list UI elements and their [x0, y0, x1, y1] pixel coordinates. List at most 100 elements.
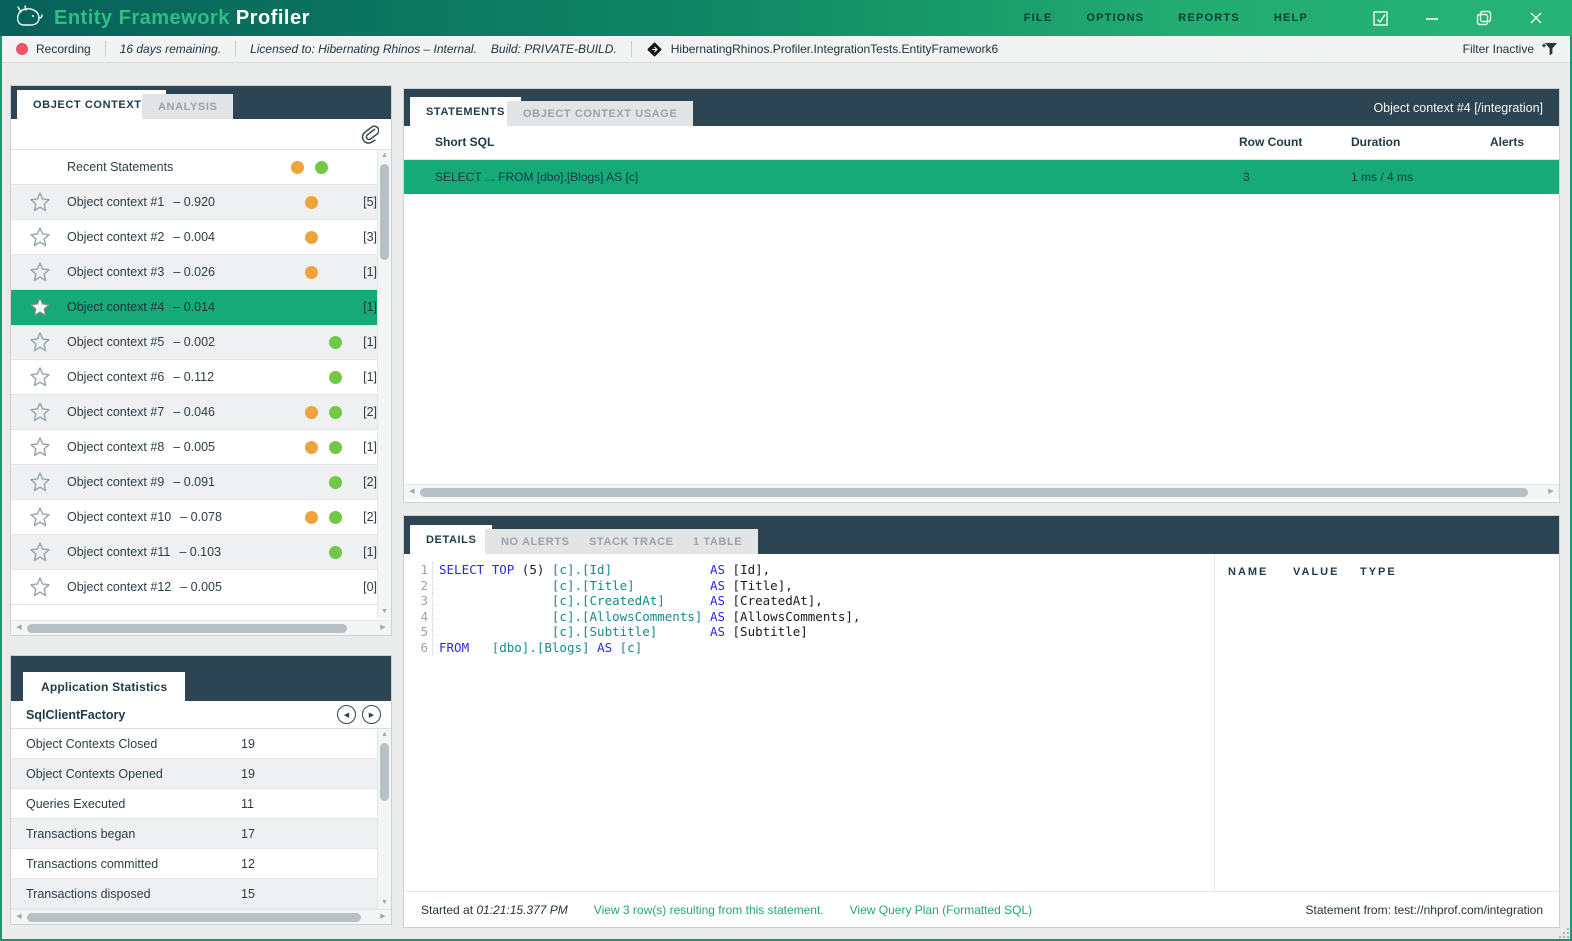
- list-item-recent-statements[interactable]: Recent Statements: [11, 150, 391, 185]
- column-row-count[interactable]: Row Count: [1239, 135, 1302, 149]
- status-dots: [285, 160, 333, 174]
- context-metric: – 0.005: [180, 580, 222, 594]
- days-remaining: 16 days remaining.: [119, 42, 222, 56]
- tab-object-context-usage[interactable]: OBJECT CONTEXT USAGE: [507, 101, 694, 126]
- context-name: Object context #11: [67, 545, 171, 559]
- list-item-context-9[interactable]: Object context #9 – 0.091 [2]: [11, 465, 391, 500]
- view-query-plan-link[interactable]: View Query Plan (Formatted SQL): [850, 903, 1033, 917]
- sql-code-line: 3 [c].[CreatedAt] AS [CreatedAt],: [412, 593, 860, 609]
- context-name: Object context #10: [67, 510, 172, 524]
- filter-inactive-control[interactable]: Filter Inactive: [1463, 42, 1558, 57]
- recording-dot-icon: [16, 43, 28, 55]
- tab-details[interactable]: DETAILS: [410, 525, 493, 554]
- star-icon[interactable]: [29, 436, 51, 458]
- app-title-entity-framework: Entity Framework: [54, 6, 230, 29]
- star-icon[interactable]: [29, 541, 51, 563]
- stats-horizontal-scrollbar[interactable]: ◀ ▶: [11, 909, 391, 924]
- list-item-context-8[interactable]: Object context #8 – 0.005 [1]: [11, 430, 391, 465]
- star-icon[interactable]: [29, 191, 51, 213]
- column-alerts[interactable]: Alerts: [1490, 135, 1524, 149]
- tab-statements[interactable]: STATEMENTS: [410, 97, 521, 126]
- close-icon[interactable]: [1510, 0, 1562, 36]
- list-item-context-10[interactable]: Object context #10 – 0.078 [2]: [11, 500, 391, 535]
- list-item-context-11[interactable]: Object context #11 – 0.103 [1]: [11, 535, 391, 570]
- list-item-context-7[interactable]: Object context #7 – 0.046 [2]: [11, 395, 391, 430]
- stat-label: Object Contexts Opened: [26, 766, 163, 781]
- context-name: Object context #8: [67, 440, 165, 454]
- star-icon[interactable]: [29, 401, 51, 423]
- tab-analysis[interactable]: ANALYSIS: [142, 94, 234, 119]
- list-item-context-4-selected[interactable]: Object context #4 – 0.014 [1]: [11, 290, 391, 325]
- star-icon[interactable]: [29, 226, 51, 248]
- ok-dot-green: [328, 510, 342, 524]
- stat-label: Object Contexts Closed: [26, 736, 158, 751]
- statement-count: [1]: [363, 265, 377, 279]
- started-at: Started at 01:21:15.377 PM: [421, 902, 568, 917]
- menu-reports[interactable]: REPORTS: [1178, 12, 1240, 24]
- context-name: Recent Statements: [67, 160, 174, 174]
- context-name: Object context #3: [67, 265, 165, 279]
- context-metric: – 0.004: [173, 230, 215, 244]
- ok-dot-green: [328, 545, 342, 559]
- statement-count: [5]: [363, 195, 377, 209]
- stat-value: 19: [241, 766, 255, 781]
- statement-count: [1]: [363, 335, 377, 349]
- object-contexts-header: OBJECT CONTEXTS ANALYSIS: [11, 86, 391, 119]
- tab-1-table[interactable]: 1 TABLE: [677, 529, 759, 554]
- tab-stack-trace[interactable]: STACK TRACE: [573, 529, 690, 554]
- list-item-context-3[interactable]: Object context #3 – 0.026 [1]: [11, 255, 391, 290]
- list-item-context-12[interactable]: Object context #12 – 0.005 [0]: [11, 570, 391, 605]
- star-icon[interactable]: [29, 366, 51, 388]
- tab-application-statistics[interactable]: Application Statistics: [23, 672, 186, 701]
- filter-funnel-icon: [1542, 42, 1557, 55]
- context-name: Object context #4: [67, 300, 165, 314]
- selected-context-label: Object context #4 [/integration]: [1373, 100, 1543, 115]
- statement-row-count: 3: [1243, 170, 1250, 184]
- application-statistics-header: Application Statistics: [11, 656, 391, 701]
- star-icon[interactable]: [29, 506, 51, 528]
- restore-icon[interactable]: [1458, 0, 1510, 36]
- column-short-sql[interactable]: Short SQL: [435, 135, 494, 149]
- contexts-horizontal-scrollbar[interactable]: ◀ ▶: [11, 620, 391, 635]
- ok-dot-green: [328, 370, 342, 384]
- results-divider: [1214, 554, 1215, 892]
- context-metric: – 0.112: [173, 370, 215, 384]
- statement-row-selected[interactable]: SELECT ... FROM [dbo].[Blogs] AS [c] 3 1…: [404, 160, 1559, 194]
- feedback-icon[interactable]: [1354, 0, 1406, 36]
- statement-count: [2]: [363, 510, 377, 524]
- rhino-logo-icon: [17, 5, 43, 26]
- menu-help[interactable]: HELP: [1274, 12, 1308, 24]
- minimize-icon[interactable]: [1406, 0, 1458, 36]
- paperclip-icon[interactable]: [361, 124, 379, 144]
- statements-header: STATEMENTS OBJECT CONTEXT USAGE Object c…: [404, 89, 1559, 126]
- star-icon[interactable]: [29, 471, 51, 493]
- list-item-context-1[interactable]: Object context #1 – 0.920 [5]: [11, 185, 391, 220]
- star-icon[interactable]: [29, 576, 51, 598]
- tab-no-alerts[interactable]: NO ALERTS: [485, 529, 586, 554]
- list-item-context-2[interactable]: Object context #2 – 0.004 [3]: [11, 220, 391, 255]
- sql-code-line: 6 FROM [dbo].[Blogs] AS [c]: [412, 639, 860, 655]
- view-rows-link[interactable]: View 3 row(s) resulting from this statem…: [594, 903, 824, 917]
- results-column-value: VALUE: [1293, 566, 1340, 578]
- resize-grip[interactable]: [1557, 926, 1569, 938]
- stats-vertical-scrollbar[interactable]: ▲ ▼: [377, 729, 391, 909]
- star-icon[interactable]: [29, 331, 51, 353]
- star-icon-filled[interactable]: [29, 296, 51, 318]
- star-icon[interactable]: [29, 261, 51, 283]
- list-item-context-5[interactable]: Object context #5 – 0.002 [1]: [11, 325, 391, 360]
- attachments-bar: [11, 119, 391, 150]
- next-provider-button[interactable]: ▶: [362, 705, 381, 724]
- prev-provider-button[interactable]: ◀: [337, 705, 356, 724]
- window-controls: [1354, 0, 1562, 36]
- recording-label[interactable]: Recording: [36, 42, 91, 56]
- statements-horizontal-scrollbar[interactable]: ◀ ▶: [404, 484, 1559, 499]
- list-item-context-6[interactable]: Object context #6 – 0.112 [1]: [11, 360, 391, 395]
- menu-options[interactable]: OPTIONS: [1086, 12, 1144, 24]
- ok-dot-green: [328, 475, 342, 489]
- context-metric: – 0.920: [173, 195, 215, 209]
- context-name: Object context #2: [67, 230, 165, 244]
- menu-file[interactable]: FILE: [1024, 12, 1053, 24]
- column-duration[interactable]: Duration: [1351, 135, 1400, 149]
- provider-name: SqlClientFactory: [26, 707, 126, 722]
- contexts-vertical-scrollbar[interactable]: ▲ ▼: [377, 150, 391, 618]
